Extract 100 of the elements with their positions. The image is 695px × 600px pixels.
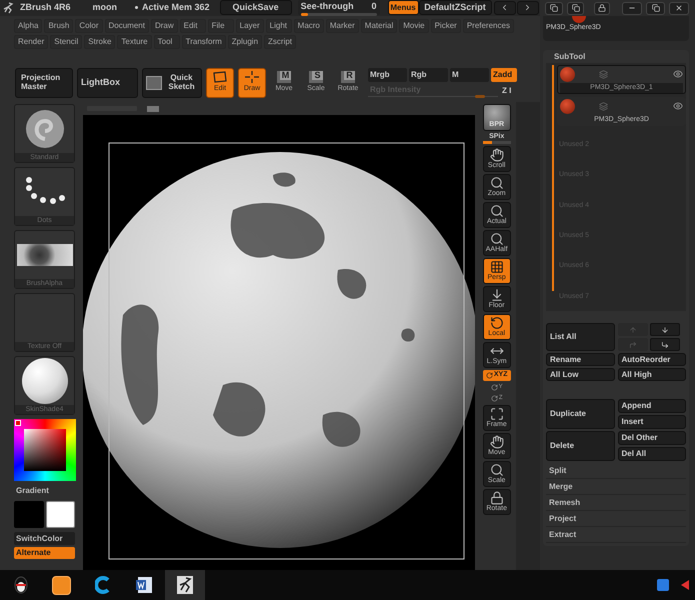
subtool-action[interactable]: Remesh [546, 495, 686, 511]
canvas-scroll-thumb[interactable] [146, 106, 159, 112]
channel-toggle[interactable]: Rgb [409, 68, 448, 82]
projection-master-button[interactable]: Projection Master [15, 68, 73, 98]
menu-item[interactable]: Stroke [84, 34, 116, 49]
rotate-icon [490, 384, 498, 391]
hand-icon [490, 148, 504, 162]
move-down-button[interactable] [650, 323, 680, 336]
rename-button[interactable]: Rename [546, 353, 614, 366]
floor-arrow-icon [490, 288, 504, 302]
letter-c-logo-icon[interactable] [95, 576, 111, 594]
app-version: ZBrush 4R6 [20, 1, 71, 14]
append-button[interactable]: Append [618, 399, 686, 413]
sphere-thumbnail-icon [560, 66, 575, 82]
menu-item[interactable]: Document [104, 18, 149, 33]
menu-item[interactable]: Edit [180, 18, 206, 33]
menu-item[interactable]: Preferences [462, 18, 514, 33]
menu-item[interactable]: Zplugin [228, 34, 262, 49]
bent-arrow-icon [660, 340, 668, 348]
quicksave-button[interactable]: QuickSave [220, 0, 292, 16]
subtool-scroll-bar[interactable] [552, 65, 554, 291]
close-icon [675, 4, 684, 12]
running-figure-icon [177, 576, 193, 594]
crosshair-icon [245, 71, 259, 84]
bent-arrow-icon [628, 340, 636, 348]
menu-item[interactable]: Texture [117, 34, 152, 49]
key-letter-icon: M [277, 71, 291, 84]
menu-item[interactable]: Draw [150, 18, 178, 33]
switch-color-button[interactable]: SwitchColor [14, 532, 75, 545]
menu-item[interactable]: Layer [236, 18, 264, 33]
subtool-action[interactable]: Merge [546, 479, 686, 495]
menu-item[interactable]: Transform [182, 34, 226, 49]
primary-color-swatch[interactable] [46, 501, 75, 528]
channel-toggle[interactable]: Zadd [491, 68, 517, 82]
all-high-button[interactable]: All High [618, 368, 686, 381]
all-low-button[interactable]: All Low [546, 368, 614, 381]
sketch-icon [146, 76, 162, 90]
subtool-title: SubTool [553, 51, 586, 63]
magnifier-icon [490, 176, 504, 190]
see-through-value: 0 [372, 0, 377, 13]
menu-item[interactable]: Color [75, 18, 102, 33]
quick-sketch-button[interactable]: Quick Sketch [142, 68, 202, 98]
z-intensity-label: Z I [502, 85, 512, 98]
magnifier-icon [490, 463, 504, 477]
rotate-icon [490, 395, 498, 402]
subtool-action[interactable]: Extract [546, 527, 686, 543]
duplicate-button[interactable]: Duplicate [546, 399, 614, 429]
penguin-icon[interactable] [14, 576, 28, 594]
squirrel-app-icon[interactable] [52, 576, 71, 594]
script-button[interactable]: DefaultZScript [418, 0, 492, 16]
menu-item[interactable]: File [208, 18, 234, 33]
active-taskbar-item[interactable] [165, 570, 205, 600]
channel-toggle[interactable]: M [450, 68, 489, 82]
del-all-button[interactable]: Del All [618, 447, 686, 461]
move-to-end-button[interactable] [650, 338, 680, 351]
eye-icon [673, 69, 683, 80]
auto-reorder-button[interactable]: AutoReorder [618, 353, 686, 366]
menu-item[interactable]: Marker [326, 18, 359, 33]
previous-tool-button[interactable] [545, 2, 563, 14]
magnifier-icon [490, 232, 504, 246]
speaker-icon[interactable] [681, 580, 689, 590]
menu-item[interactable]: Movie [399, 18, 429, 33]
up-arrow-icon [628, 326, 636, 334]
menu-item[interactable]: Stencil [50, 34, 82, 49]
menu-item[interactable]: Light [266, 18, 292, 33]
next-tool-button[interactable] [566, 2, 584, 14]
menu-item[interactable]: Zscript [264, 34, 296, 49]
menu-item[interactable]: Brush [44, 18, 74, 33]
lightbox-button[interactable]: LightBox [77, 68, 138, 98]
subtool-action[interactable]: Project [546, 511, 686, 527]
channel-toggle[interactable]: Mrgb [368, 68, 407, 82]
rotate-icon [490, 316, 504, 330]
grid-icon [490, 260, 504, 274]
menu-item[interactable]: Material [360, 18, 398, 33]
subtool-action[interactable]: Split [546, 463, 686, 479]
document-name: moon [92, 1, 118, 14]
lock-button[interactable] [594, 2, 610, 14]
copy-icon [572, 4, 580, 12]
active-memory: Active Mem 362 [142, 1, 210, 14]
menu-item[interactable]: Picker [430, 18, 461, 33]
restore-button[interactable] [646, 2, 666, 14]
menu-item[interactable]: Render [14, 34, 48, 49]
list-all-button[interactable]: List All [546, 323, 614, 351]
see-through-slider[interactable]: See-through 0 [298, 0, 380, 16]
color-picker[interactable] [14, 419, 76, 481]
eye-icon [673, 101, 683, 112]
menus-toggle[interactable]: Menus [388, 0, 419, 16]
del-other-button[interactable]: Del Other [618, 431, 686, 445]
menu-item[interactable]: Tool [154, 34, 180, 49]
delete-button[interactable]: Delete [546, 431, 614, 461]
insert-button[interactable]: Insert [618, 415, 686, 429]
frame-corners-icon [490, 407, 504, 421]
alternate-toggle[interactable]: Alternate [14, 547, 75, 559]
menu-item[interactable]: Alpha [14, 18, 42, 33]
key-letter-icon: S [309, 71, 323, 84]
document-icon[interactable] [135, 576, 153, 594]
menu-item[interactable]: Macro [294, 18, 324, 33]
close-button[interactable] [669, 2, 690, 14]
edit-frame-icon [212, 71, 228, 84]
secondary-color-swatch[interactable] [14, 501, 44, 528]
